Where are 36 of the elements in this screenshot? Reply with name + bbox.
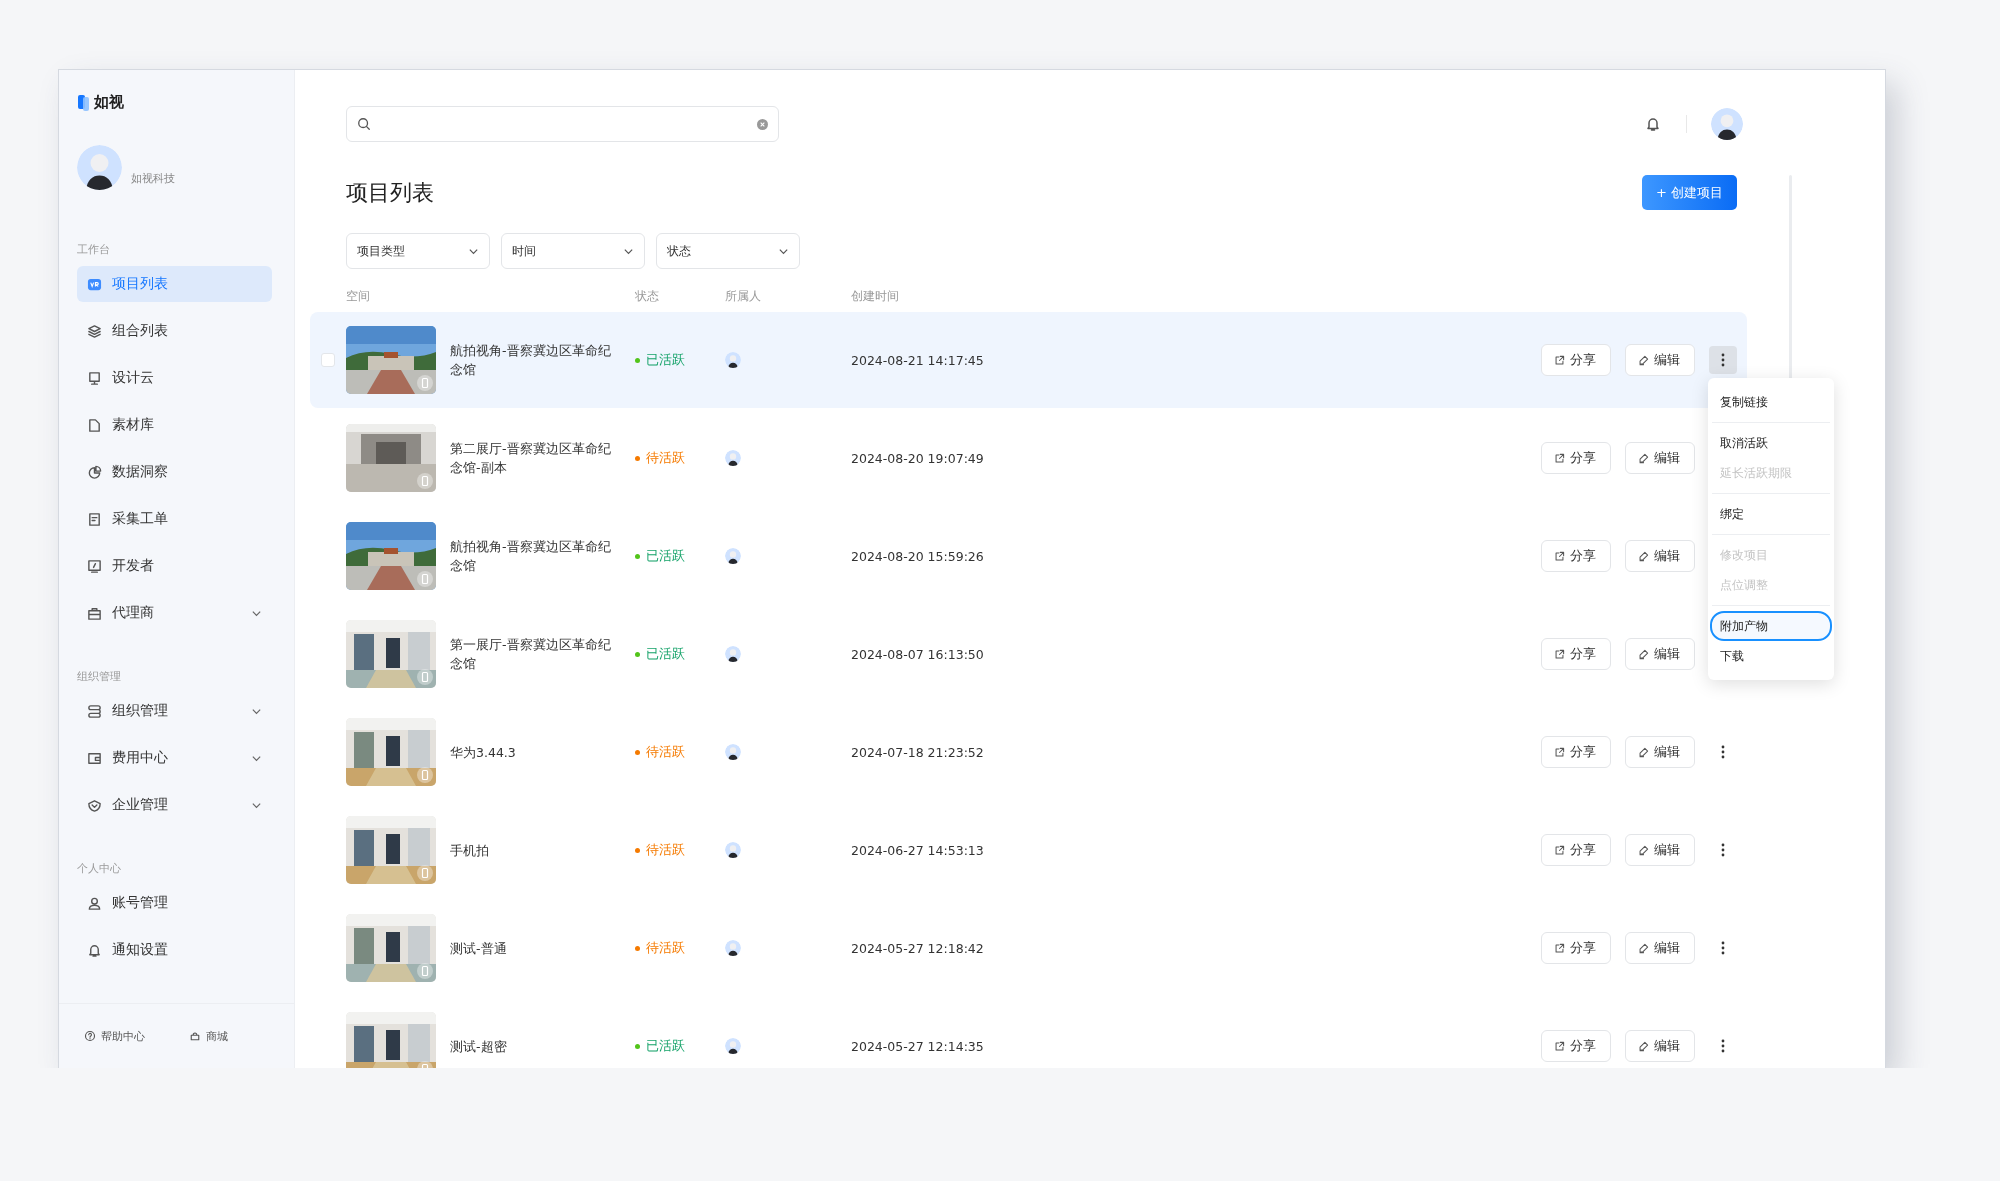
project-name: 手机拍 [450,841,490,860]
status-text: 已活跃 [646,645,685,663]
section-label: 个人中心 [77,860,122,877]
date-text: 2024-08-21 14:17:45 [851,352,985,368]
user-name: 如视科技 [131,171,175,187]
section-label: 组织管理 [77,668,122,685]
status-text: 待活跃 [646,939,685,957]
project-name: 第一展厅-晋察冀边区革命纪念馆 [450,636,612,673]
date-text: 2024-08-07 16:13:50 [851,646,985,662]
date-text: 2024-06-27 14:53:13 [851,842,985,858]
project-name: 测试-普通 [450,939,508,958]
date-text: 2024-07-18 21:23:52 [851,744,985,760]
status-text: 已活跃 [646,547,685,565]
date-text: 2024-08-20 15:59:26 [851,548,985,564]
logo-text: 如视 [94,92,124,112]
project-name: 测试-超密 [450,1037,508,1056]
column-header: 空间 [346,288,370,303]
status-text: 待活跃 [646,449,685,467]
date-text: 2024-05-27 12:18:42 [851,940,985,956]
section-label: 工作台 [77,241,111,258]
date-text: 2024-05-27 12:14:35 [851,1038,985,1054]
date-text: 2024-08-20 19:07:49 [851,450,985,466]
project-name: 华为3.44.3 [450,743,517,762]
status-text: 待活跃 [646,743,685,761]
page-title: 项目列表 [346,178,434,207]
project-name: 航拍视角-晋察冀边区革命纪念馆 [450,538,612,575]
status-text: 待活跃 [646,841,685,859]
column-header: 创建时间 [851,288,899,303]
project-name: 航拍视角-晋察冀边区革命纪念馆 [450,342,612,379]
status-text: 已活跃 [646,1037,685,1055]
column-header: 状态 [635,288,659,303]
column-header: 所属人 [725,288,761,303]
status-text: 已活跃 [646,351,685,369]
link-text: 商城 [206,1028,228,1044]
link-text: 帮助中心 [101,1028,145,1044]
project-name: 第二展厅-晋察冀边区革命纪念馆-副本 [450,440,612,477]
